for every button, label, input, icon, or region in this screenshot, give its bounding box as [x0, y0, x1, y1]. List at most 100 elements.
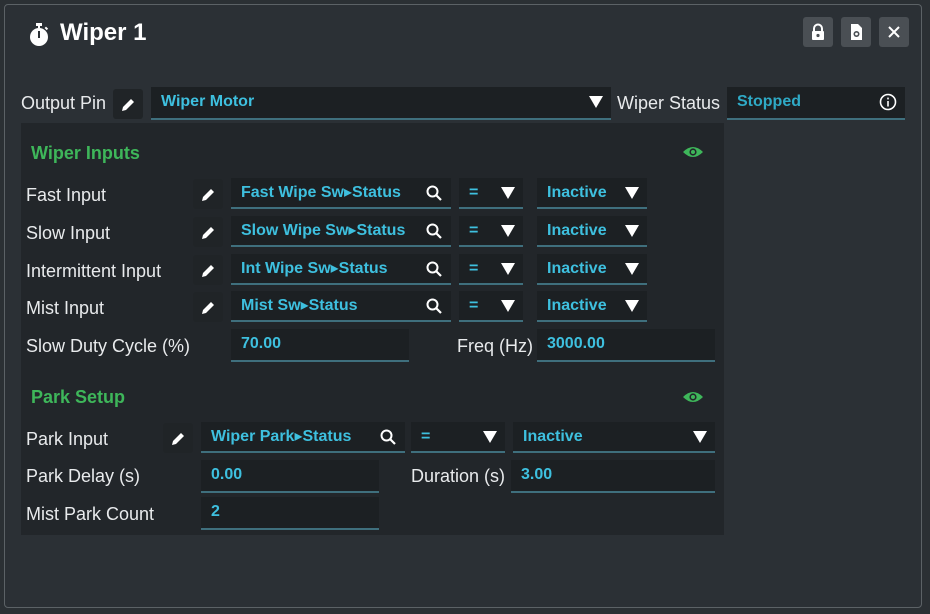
intermittent-input-state-select[interactable]: Inactive	[537, 254, 647, 285]
mist-input-state-select[interactable]: Inactive	[537, 291, 647, 322]
slow-input-operator-select[interactable]: =	[459, 216, 523, 247]
duration-value: 3.00	[521, 466, 553, 483]
search-icon[interactable]	[379, 428, 397, 446]
intermittent-input-label: Intermittent Input	[26, 261, 162, 281]
lock-icon	[812, 23, 824, 40]
mist-park-count-label: Mist Park Count	[26, 504, 155, 524]
slow-duty-cycle-input[interactable]: 70.00	[231, 329, 409, 362]
pencil-icon	[201, 188, 214, 201]
mist-input-source: Mist Sw▸Status	[241, 297, 358, 314]
pencil-icon	[121, 98, 134, 111]
park-delay-input[interactable]: 0.00	[201, 460, 379, 493]
save-button[interactable]	[841, 17, 871, 47]
intermittent-input-edit-button[interactable]	[193, 255, 223, 285]
chevron-down-icon	[625, 225, 639, 237]
fast-input-label: Fast Input	[26, 185, 107, 205]
chevron-down-icon	[625, 263, 639, 275]
search-icon[interactable]	[425, 297, 443, 315]
info-icon[interactable]	[879, 93, 897, 111]
search-icon[interactable]	[425, 184, 443, 202]
output-pin-edit-button[interactable]	[113, 89, 143, 119]
close-icon	[888, 26, 900, 38]
slow-input-state-select[interactable]: Inactive	[537, 216, 647, 247]
park-input-operator-select[interactable]: =	[411, 422, 505, 453]
fast-input-source: Fast Wipe Sw▸Status	[241, 184, 401, 201]
park-delay-value: 0.00	[211, 466, 243, 483]
wiper-status-value: Stopped	[737, 93, 801, 110]
output-pin-label: Output Pin	[21, 93, 107, 113]
intermittent-input-source: Int Wipe Sw▸Status	[241, 260, 388, 277]
save-file-icon	[851, 24, 862, 40]
slow-input-source-field[interactable]: Slow Wipe Sw▸Status	[231, 216, 451, 247]
park-input-edit-button[interactable]	[163, 423, 193, 453]
mist-input-label: Mist Input	[26, 298, 105, 318]
chevron-down-icon	[483, 431, 497, 443]
window-title: Wiper 1	[60, 19, 147, 46]
pencil-icon	[201, 264, 214, 277]
slow-duty-cycle-value: 70.00	[241, 335, 282, 352]
mist-input-state: Inactive	[547, 297, 607, 314]
eye-icon[interactable]	[682, 389, 704, 405]
chevron-down-icon	[693, 431, 707, 443]
chevron-down-icon	[625, 187, 639, 199]
mist-input-edit-button[interactable]	[193, 292, 223, 322]
freq-input[interactable]: 3000.00	[537, 329, 715, 362]
lock-button[interactable]	[803, 17, 833, 47]
fast-input-source-field[interactable]: Fast Wipe Sw▸Status	[231, 178, 451, 209]
park-input-state: Inactive	[523, 428, 583, 445]
park-input-source-field[interactable]: Wiper Park▸Status	[201, 422, 405, 453]
park-input-label: Park Input	[26, 429, 109, 449]
intermittent-input-state: Inactive	[547, 260, 607, 277]
duration-input[interactable]: 3.00	[511, 460, 715, 493]
park-input-source: Wiper Park▸Status	[211, 428, 352, 445]
slow-duty-cycle-label: Slow Duty Cycle (%)	[26, 336, 191, 356]
fast-input-operator: =	[469, 184, 479, 201]
title-bar: Wiper 1	[5, 5, 921, 67]
fast-input-state-select[interactable]: Inactive	[537, 178, 647, 209]
slow-input-edit-button[interactable]	[193, 217, 223, 247]
fast-input-state: Inactive	[547, 184, 607, 201]
mist-input-operator-select[interactable]: =	[459, 291, 523, 322]
slow-input-state: Inactive	[547, 222, 607, 239]
output-pin-value: Wiper Motor	[161, 93, 255, 110]
mist-park-count-input[interactable]: 2	[201, 497, 379, 530]
park-delay-label: Park Delay (s)	[26, 466, 141, 486]
intermittent-input-source-field[interactable]: Int Wipe Sw▸Status	[231, 254, 451, 285]
settings-panel: Wiper Inputs Fast Input Fast Wipe Sw▸Sta…	[21, 123, 724, 535]
chevron-down-icon	[589, 96, 603, 108]
intermittent-input-operator: =	[469, 260, 479, 277]
search-icon[interactable]	[425, 222, 443, 240]
wiper-status-field: Stopped	[727, 87, 905, 120]
pencil-icon	[201, 301, 214, 314]
close-button[interactable]	[879, 17, 909, 47]
slow-input-operator: =	[469, 222, 479, 239]
chevron-down-icon	[501, 263, 515, 275]
wiper-inputs-title: Wiper Inputs	[31, 143, 140, 163]
park-input-operator: =	[421, 428, 431, 445]
chevron-down-icon	[501, 225, 515, 237]
mist-input-operator: =	[469, 297, 479, 314]
slow-input-label: Slow Input	[26, 223, 111, 243]
search-icon[interactable]	[425, 260, 443, 278]
wiper-status-label: Wiper Status	[617, 93, 721, 113]
duration-label: Duration (s)	[411, 466, 506, 486]
output-pin-select[interactable]: Wiper Motor	[151, 87, 611, 120]
chevron-down-icon	[501, 187, 515, 199]
fast-input-edit-button[interactable]	[193, 179, 223, 209]
mist-park-count-value: 2	[211, 503, 220, 520]
eye-icon[interactable]	[682, 144, 704, 160]
slow-input-source: Slow Wipe Sw▸Status	[241, 222, 406, 239]
pencil-icon	[171, 432, 184, 445]
stopwatch-icon	[30, 23, 49, 46]
park-input-state-select[interactable]: Inactive	[513, 422, 715, 453]
freq-value: 3000.00	[547, 335, 605, 352]
pencil-icon	[201, 226, 214, 239]
freq-label: Freq (Hz)	[457, 336, 533, 356]
park-setup-title: Park Setup	[31, 387, 126, 407]
fast-input-operator-select[interactable]: =	[459, 178, 523, 209]
intermittent-input-operator-select[interactable]: =	[459, 254, 523, 285]
chevron-down-icon	[625, 300, 639, 312]
chevron-down-icon	[501, 300, 515, 312]
mist-input-source-field[interactable]: Mist Sw▸Status	[231, 291, 451, 322]
wiper-window: Wiper 1 Output Pin Wiper Motor Wiper Sta…	[4, 4, 922, 608]
